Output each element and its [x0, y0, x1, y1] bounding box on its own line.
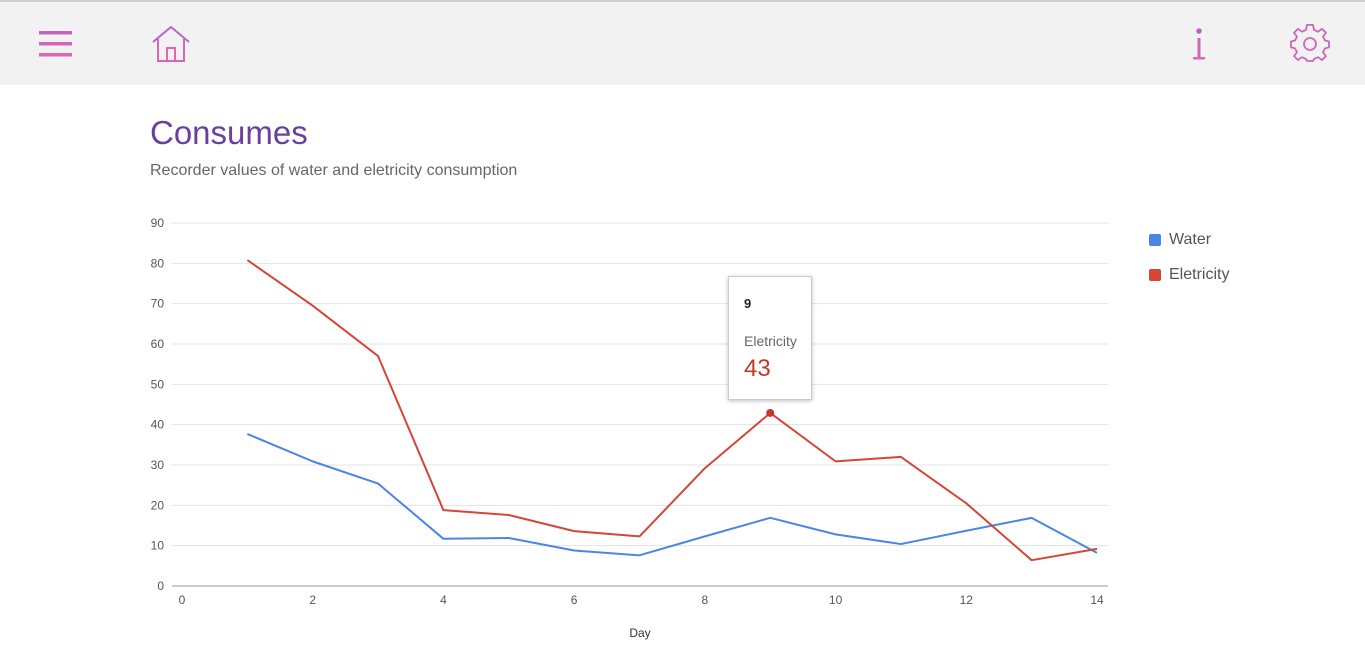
y-tick-label: 80 — [151, 256, 165, 270]
x-tick-label: 6 — [571, 593, 578, 607]
series-line-eletricity — [246, 259, 1098, 562]
y-tick-label: 0 — [157, 579, 164, 593]
legend-label-eletricity: Eletricity — [1169, 265, 1230, 283]
chart-legend: Water Eletricity — [1149, 222, 1229, 292]
highlighted-point — [766, 408, 775, 417]
legend-item-water[interactable]: Water — [1149, 222, 1229, 257]
y-tick-label: 70 — [151, 297, 165, 311]
y-tick-label: 40 — [151, 418, 165, 432]
y-tick-label: 60 — [151, 337, 165, 351]
y-tick-label: 30 — [151, 458, 165, 472]
x-tick-label: 10 — [829, 593, 843, 607]
y-tick-label: 10 — [151, 539, 165, 553]
legend-item-eletricity[interactable]: Eletricity — [1149, 257, 1229, 292]
x-tick-label: 4 — [440, 593, 447, 607]
series-line-water — [246, 433, 1098, 557]
y-tick-label: 90 — [151, 216, 165, 230]
legend-label-water: Water — [1169, 230, 1212, 248]
x-tick-label: 8 — [702, 593, 709, 607]
tooltip-x-value: 9 — [744, 296, 752, 311]
x-axis-label: Day — [629, 626, 650, 640]
x-tick-label: 12 — [960, 593, 974, 607]
x-tick-label: 14 — [1090, 593, 1104, 607]
y-tick-label: 20 — [151, 498, 165, 512]
legend-swatch-eletricity — [1149, 268, 1161, 281]
x-tick-label: 2 — [309, 593, 316, 607]
chart-tooltip: 9 Eletricity 43 — [728, 276, 812, 400]
y-tick-label: 50 — [151, 377, 165, 391]
consumption-line-chart: 0 10 20 30 40 50 60 70 80 90 0 2 4 6 8 10 12 14 Day — [151, 216, 1108, 640]
tooltip-series-name: Eletricity — [744, 333, 797, 349]
tooltip-value: 43 — [744, 355, 771, 382]
x-tick-label: 0 — [179, 593, 186, 607]
legend-swatch-water — [1149, 233, 1161, 246]
